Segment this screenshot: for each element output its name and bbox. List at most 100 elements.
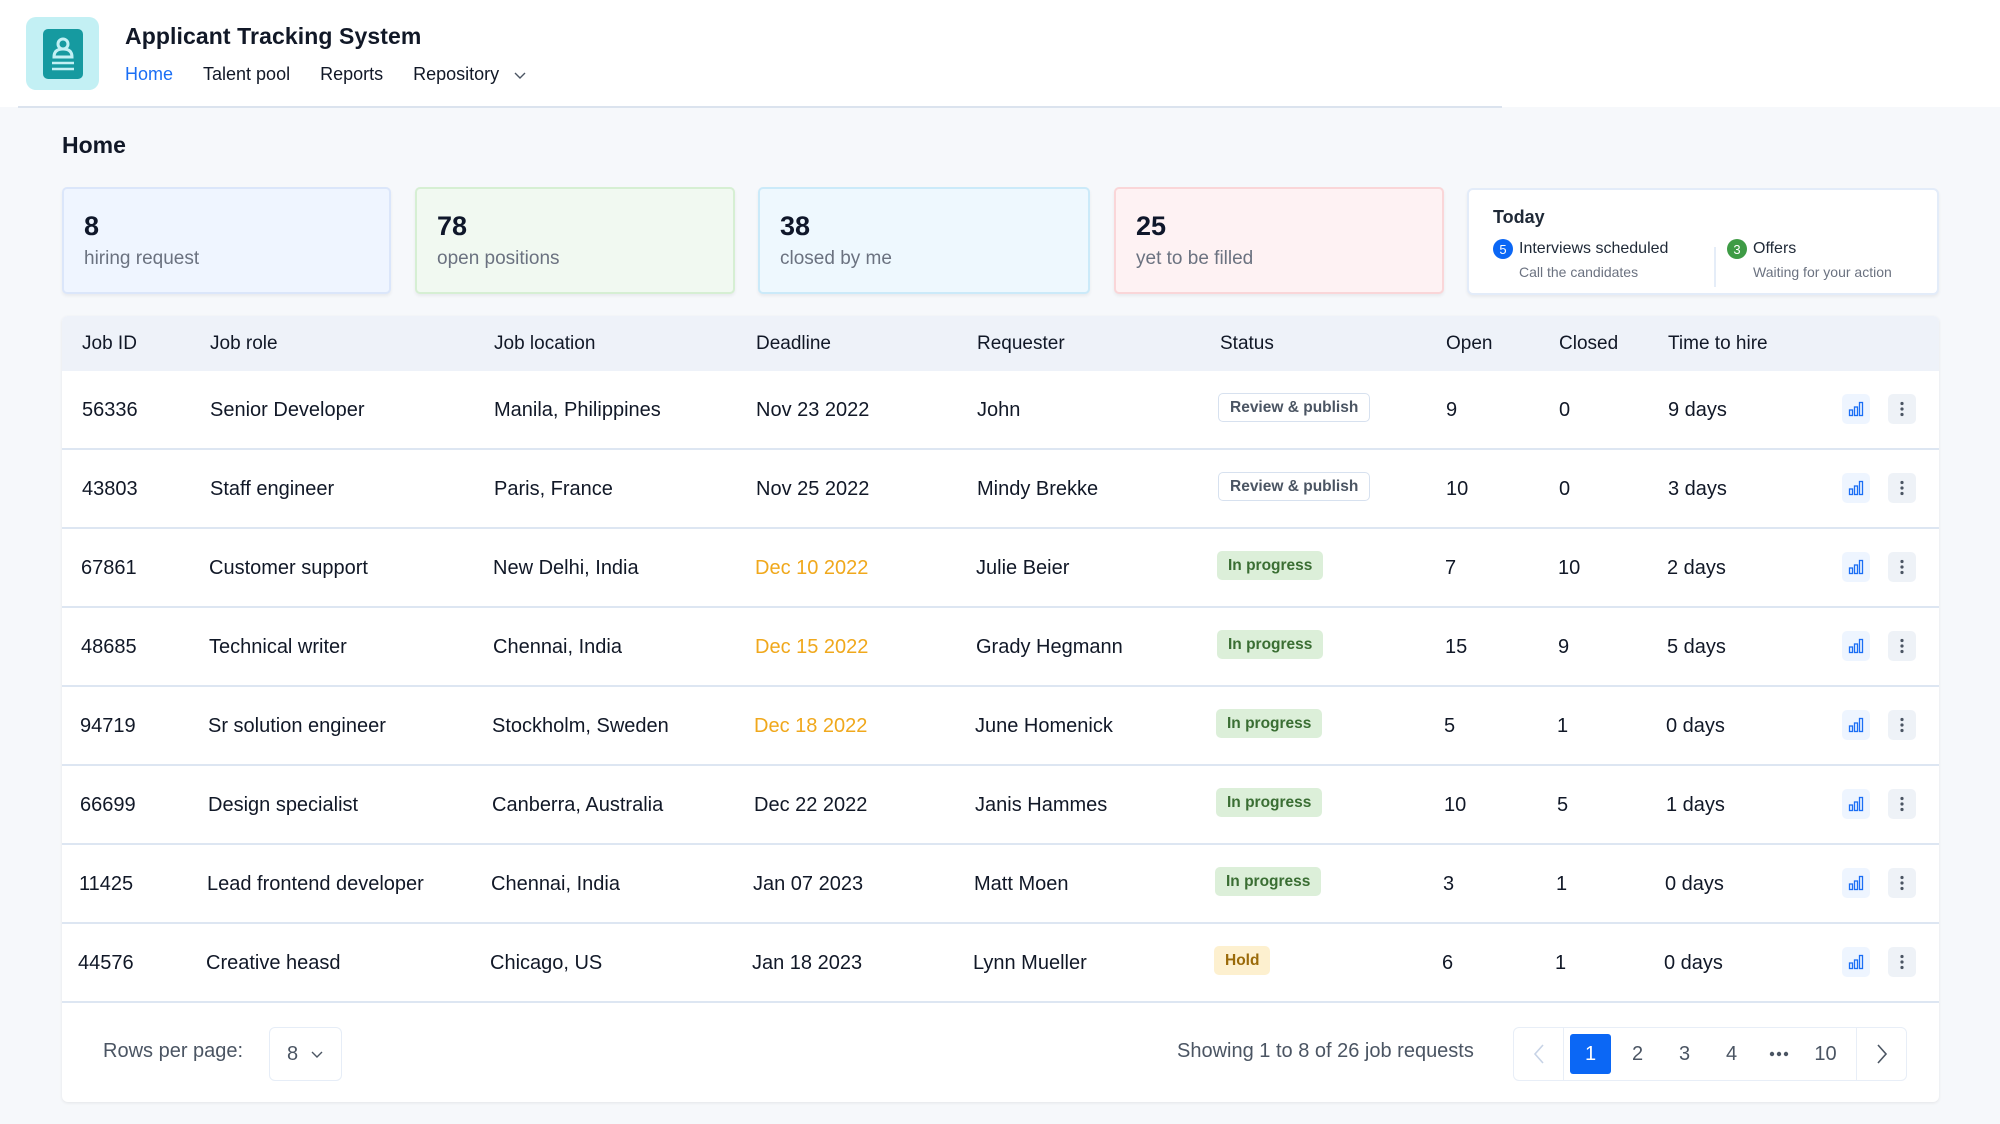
deadline-cell: Jan 07 2023 <box>753 873 864 895</box>
time-to-hire-cell: 9 days <box>1668 399 1727 421</box>
nav-repository-label: Repository <box>413 64 500 84</box>
page-3-button[interactable]: 3 <box>1664 1034 1705 1074</box>
next-page-button[interactable] <box>1856 1028 1906 1080</box>
job-role-cell: Staff engineer <box>210 478 335 500</box>
today-interviews[interactable]: 5 Interviews scheduled Call the candidat… <box>1493 239 1668 280</box>
page-2-button[interactable]: 2 <box>1617 1034 1658 1074</box>
bar-chart-icon <box>1848 638 1864 654</box>
open-count-cell: 5 <box>1444 715 1456 737</box>
column-header-job-id[interactable]: Job ID <box>82 333 137 355</box>
job-role-cell: Design specialist <box>208 794 359 816</box>
open-count-cell: 6 <box>1442 952 1454 974</box>
deadline-cell: Nov 25 2022 <box>756 478 870 500</box>
stat-label: closed by me <box>780 248 892 269</box>
closed-count-cell: 1 <box>1557 715 1569 737</box>
more-vertical-icon <box>1900 796 1904 812</box>
column-header-job-role[interactable]: Job role <box>210 333 278 355</box>
table-row[interactable]: 43803 Staff engineer Paris, France Nov 25 2… <box>62 450 1939 529</box>
job-role-cell: Technical writer <box>209 636 347 658</box>
more-vertical-icon <box>1900 717 1904 733</box>
count-badge: 3 <box>1727 239 1747 259</box>
column-header-deadline[interactable]: Deadline <box>756 333 831 355</box>
deadline-cell: Dec 22 2022 <box>754 794 868 816</box>
view-stats-button[interactable] <box>1842 552 1870 582</box>
closed-count-cell: 1 <box>1555 952 1567 974</box>
today-item-label: Interviews scheduled <box>1519 240 1669 257</box>
stat-value: 38 <box>780 211 811 241</box>
time-to-hire-cell: 5 days <box>1667 636 1726 658</box>
time-to-hire-cell: 1 days <box>1666 794 1725 816</box>
bar-chart-icon <box>1848 717 1864 733</box>
view-stats-button[interactable] <box>1842 789 1870 819</box>
stat-card-hiring-requests[interactable]: 8 hiring request <box>62 187 391 294</box>
job-id-cell: 67861 <box>81 557 137 579</box>
header-divider <box>18 106 1502 108</box>
job-location-cell: Manila, Philippines <box>494 399 661 421</box>
stat-value: 25 <box>1136 211 1167 241</box>
chevron-right-icon <box>1876 1044 1887 1064</box>
view-stats-button[interactable] <box>1842 947 1870 977</box>
job-location-cell: Chennai, India <box>493 636 622 658</box>
row-more-options-button[interactable] <box>1888 868 1916 898</box>
table-row[interactable]: 67861 Customer support New Delhi, India Dec… <box>62 529 1939 608</box>
row-more-options-button[interactable] <box>1888 394 1916 424</box>
rows-per-page-label: Rows per page: <box>103 1040 244 1062</box>
table-row[interactable]: 94719 Sr solution engineer Stockholm, Swed… <box>62 687 1939 766</box>
row-more-options-button[interactable] <box>1888 947 1916 977</box>
view-stats-button[interactable] <box>1842 473 1870 503</box>
table-row[interactable]: 66699 Design specialist Canberra, Australi… <box>62 766 1939 845</box>
more-vertical-icon <box>1900 401 1904 417</box>
row-more-options-button[interactable] <box>1888 473 1916 503</box>
app-title: Applicant Tracking System <box>125 23 422 49</box>
row-more-options-button[interactable] <box>1888 552 1916 582</box>
nav-talent-pool[interactable]: Talent pool <box>203 64 290 85</box>
page-10-button[interactable]: 10 <box>1805 1034 1846 1074</box>
row-more-options-button[interactable] <box>1888 710 1916 740</box>
rows-per-page-select[interactable]: 8 <box>269 1027 342 1081</box>
column-header-closed[interactable]: Closed <box>1559 333 1618 355</box>
requester-cell: Grady Hegmann <box>976 636 1123 658</box>
page-4-button[interactable]: 4 <box>1711 1034 1752 1074</box>
requester-cell: June Homenick <box>975 715 1113 737</box>
table-row[interactable]: 48685 Technical writer Chennai, India Dec 1… <box>62 608 1939 687</box>
column-header-open[interactable]: Open <box>1446 333 1492 355</box>
stat-card-open-positions[interactable]: 78 open positions <box>415 187 735 294</box>
closed-count-cell: 9 <box>1558 636 1570 658</box>
nav-repository[interactable]: Repository <box>413 64 527 85</box>
nav-home[interactable]: Home <box>125 64 173 85</box>
top-bar: Applicant Tracking System Home Talent po… <box>0 0 2000 107</box>
view-stats-button[interactable] <box>1842 868 1870 898</box>
table-row[interactable]: 44576 Creative heasd Chicago, US Jan 18 202… <box>62 924 1939 1003</box>
pagination: 1 2 3 4 10 <box>1513 1027 1907 1081</box>
view-stats-button[interactable] <box>1842 631 1870 661</box>
open-count-cell: 10 <box>1444 794 1467 816</box>
column-header-requester[interactable]: Requester <box>977 333 1065 355</box>
job-id-cell: 44576 <box>78 952 134 974</box>
job-role-cell: Senior Developer <box>210 399 365 421</box>
table-row[interactable]: 56336 Senior Developer Manila, Philippines… <box>62 371 1939 450</box>
row-more-options-button[interactable] <box>1888 789 1916 819</box>
more-vertical-icon <box>1900 875 1904 891</box>
row-more-options-button[interactable] <box>1888 631 1916 661</box>
app-logo[interactable] <box>26 17 99 90</box>
column-header-time-to-hire[interactable]: Time to hire <box>1668 333 1768 355</box>
more-vertical-icon <box>1900 559 1904 575</box>
job-location-cell: New Delhi, India <box>493 557 639 579</box>
previous-page-button[interactable] <box>1514 1028 1564 1080</box>
deadline-cell: Nov 23 2022 <box>756 399 870 421</box>
bar-chart-icon <box>1848 559 1864 575</box>
more-vertical-icon <box>1900 638 1904 654</box>
stat-card-yet-to-be-filled[interactable]: 25 yet to be filled <box>1114 187 1444 294</box>
table-row[interactable]: 11425 Lead frontend developer Chennai, Ind… <box>62 845 1939 924</box>
time-to-hire-cell: 2 days <box>1667 557 1726 579</box>
job-id-cell: 48685 <box>81 636 137 658</box>
view-stats-button[interactable] <box>1842 394 1870 424</box>
column-header-status[interactable]: Status <box>1220 333 1274 355</box>
stat-card-closed-by-me[interactable]: 38 closed by me <box>758 187 1090 294</box>
column-header-job-location[interactable]: Job location <box>494 333 595 355</box>
nav-reports[interactable]: Reports <box>320 64 383 85</box>
more-vertical-icon <box>1900 480 1904 496</box>
view-stats-button[interactable] <box>1842 710 1870 740</box>
today-offers[interactable]: 3 Offers Waiting for your action <box>1727 239 1892 280</box>
page-1-button[interactable]: 1 <box>1570 1034 1611 1074</box>
